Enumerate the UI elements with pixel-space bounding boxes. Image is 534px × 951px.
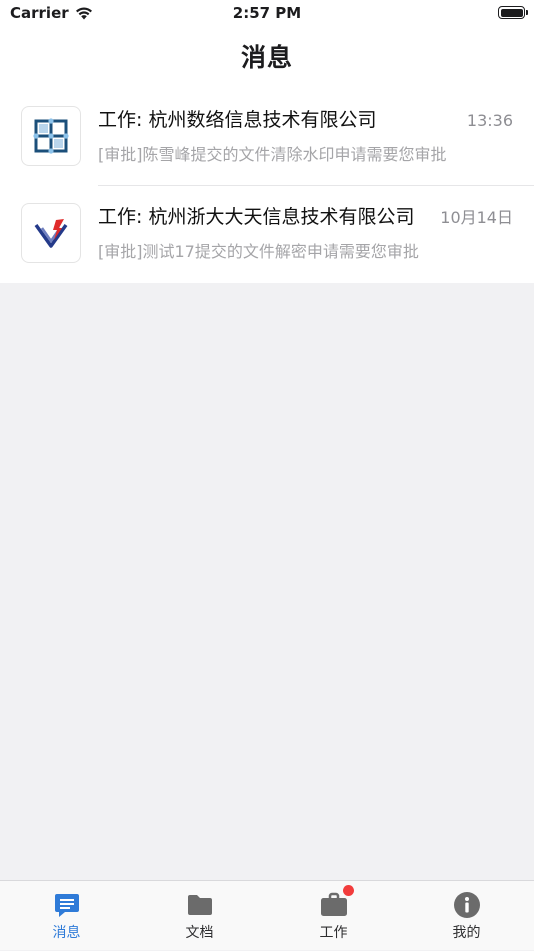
tab-profile[interactable]: 我的 bbox=[400, 881, 533, 951]
list-divider bbox=[98, 185, 534, 186]
triangle-logo-icon bbox=[34, 219, 68, 248]
folder-icon bbox=[185, 890, 215, 920]
tab-label: 消息 bbox=[52, 925, 81, 941]
tab-work[interactable]: 工作 bbox=[267, 881, 400, 951]
page-title: 消息 bbox=[240, 43, 293, 72]
notification-badge-dot bbox=[342, 885, 354, 896]
briefcase-icon bbox=[319, 885, 354, 920]
message-time: 13:36 bbox=[466, 111, 513, 130]
message-avatar bbox=[21, 106, 81, 166]
tab-label: 文档 bbox=[185, 925, 214, 941]
message-item[interactable]: 工作: 杭州数络信息技术有限公司 13:36 [审批]陈雪峰提交的文件清除水印申… bbox=[0, 91, 534, 188]
info-icon bbox=[452, 890, 482, 920]
message-title: 工作: 杭州数络信息技术有限公司 bbox=[98, 109, 377, 131]
tab-label: 我的 bbox=[452, 925, 481, 941]
grid-logo-icon bbox=[33, 118, 69, 154]
tab-messages[interactable]: 消息 bbox=[0, 881, 133, 951]
message-item[interactable]: 工作: 杭州浙大大天信息技术有限公司 10月14日 [审批]测试17提交的文件解… bbox=[0, 188, 534, 285]
status-time: 2:57 PM bbox=[232, 4, 302, 22]
message-title: 工作: 杭州浙大大天信息技术有限公司 bbox=[98, 206, 415, 228]
message-time: 10月14日 bbox=[440, 208, 513, 227]
tab-documents[interactable]: 文档 bbox=[133, 881, 266, 951]
tab-bar: 消息 文档 工作 我的 bbox=[0, 880, 534, 950]
battery-icon bbox=[498, 6, 528, 19]
tab-label: 工作 bbox=[319, 925, 348, 941]
message-preview: [审批]陈雪峰提交的文件清除水印申请需要您审批 bbox=[98, 145, 447, 164]
message-avatar bbox=[21, 203, 81, 263]
message-preview: [审批]测试17提交的文件解密申请需要您审批 bbox=[98, 242, 419, 261]
message-icon bbox=[52, 890, 82, 920]
message-list-panel: Carrier 2:57 PM 消息 工作: 杭州数络信息技术有限公司 13:3… bbox=[0, 0, 534, 283]
status-bar: Carrier 2:57 PM bbox=[0, 0, 534, 28]
